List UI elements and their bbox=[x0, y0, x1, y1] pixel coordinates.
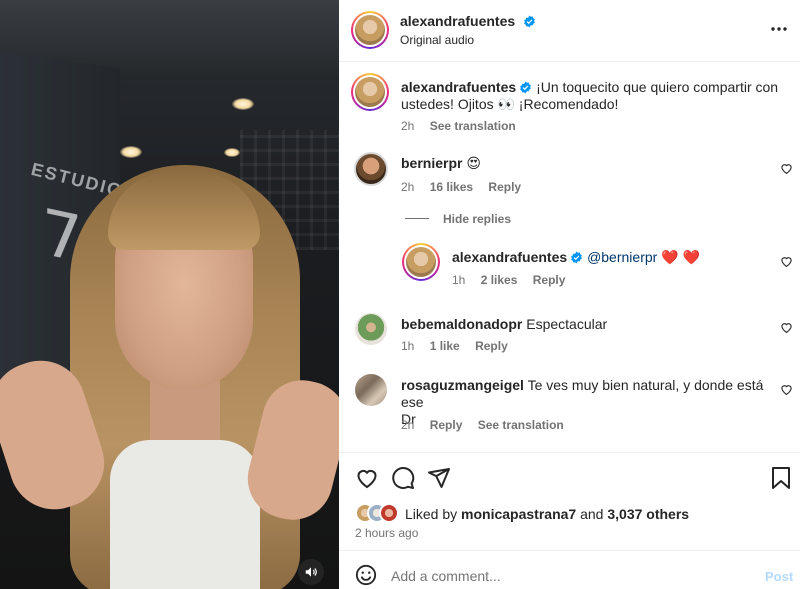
comment-input[interactable] bbox=[391, 568, 751, 584]
comment-meta: 2h 16 likes Reply bbox=[401, 180, 521, 194]
comment-time: 2h bbox=[401, 180, 415, 194]
person-top bbox=[110, 440, 260, 589]
reply-username[interactable]: alexandrafuentes bbox=[452, 249, 567, 265]
commenter-avatar[interactable] bbox=[355, 374, 387, 406]
like-heart-icon[interactable] bbox=[355, 466, 379, 490]
caption-text-line1: ¡Un toquecito que quiero compartir con bbox=[536, 79, 779, 95]
reply-body: alexandrafuentes @bernierpr ❤️ ❤️ bbox=[452, 249, 700, 266]
comment-likes[interactable]: 1 like bbox=[430, 339, 460, 353]
verified-badge-icon bbox=[520, 81, 532, 94]
liked-by-text: Liked by monicapastrana7 and 3,037 other… bbox=[405, 506, 689, 523]
reply-meta: 1h 2 likes Reply bbox=[452, 273, 565, 287]
post-comment-button[interactable]: Post bbox=[765, 569, 793, 584]
comment-time: 1h bbox=[401, 339, 415, 353]
more-options-button[interactable] bbox=[770, 22, 788, 41]
liker-avatar bbox=[379, 503, 399, 523]
comment-username[interactable]: bernierpr bbox=[401, 155, 462, 171]
reply-author-avatar[interactable] bbox=[402, 243, 440, 281]
reply-button[interactable]: Reply bbox=[475, 339, 508, 353]
like-comment-heart-icon[interactable] bbox=[780, 162, 793, 175]
speaker-icon bbox=[305, 567, 317, 577]
more-horizontal-icon bbox=[771, 27, 787, 31]
reply-mention-link[interactable]: @bernierpr bbox=[587, 249, 657, 265]
emoji-smiley-icon[interactable] bbox=[355, 564, 377, 586]
hide-replies-line bbox=[405, 218, 429, 219]
liked-by-avatars[interactable] bbox=[355, 503, 403, 523]
caption-username[interactable]: alexandrafuentes bbox=[401, 79, 516, 95]
verified-badge-icon bbox=[571, 251, 583, 264]
reply-text: ❤️ ❤️ bbox=[661, 249, 700, 265]
post-timestamp[interactable]: 2 hours ago bbox=[355, 526, 418, 540]
save-bookmark-icon[interactable] bbox=[771, 466, 791, 490]
see-translation-link[interactable]: See translation bbox=[430, 119, 516, 133]
comment-text: Espectacular bbox=[526, 316, 608, 332]
caption-time: 2h bbox=[401, 119, 415, 133]
post-header: alexandrafuentes Original audio bbox=[339, 0, 800, 62]
like-reply-heart-icon[interactable] bbox=[780, 255, 793, 268]
comment-bubble-icon[interactable] bbox=[391, 466, 415, 490]
reply-likes[interactable]: 2 likes bbox=[481, 273, 518, 287]
verified-badge-icon bbox=[523, 15, 535, 28]
ceiling-light bbox=[232, 98, 254, 110]
comment-text: 😍 bbox=[466, 155, 481, 171]
liked-by-others[interactable]: 3,037 others bbox=[607, 506, 689, 522]
commenter-avatar[interactable] bbox=[355, 313, 387, 345]
comment-time: 2h bbox=[401, 418, 415, 432]
ceiling-light bbox=[120, 146, 142, 158]
caption-text-line2: ustedes! Ojitos 👀 ¡Recomendado! bbox=[401, 96, 619, 112]
liked-by-and: and bbox=[580, 506, 604, 522]
like-comment-heart-icon[interactable] bbox=[780, 321, 793, 334]
author-username[interactable]: alexandrafuentes bbox=[400, 13, 515, 29]
comment-likes[interactable]: 16 likes bbox=[430, 180, 473, 194]
post-detail-panel: alexandrafuentes Original audio alexandr… bbox=[339, 0, 800, 589]
comment-username[interactable]: bebemaldonadopr bbox=[401, 316, 522, 332]
liked-by-user[interactable]: monicapastrana7 bbox=[461, 506, 576, 522]
audio-label[interactable]: Original audio bbox=[400, 33, 474, 47]
caption: alexandrafuentes ¡Un toquecito que quier… bbox=[401, 79, 791, 113]
reply-time: 1h bbox=[452, 273, 466, 287]
comment-meta: 2h Reply See translation bbox=[401, 418, 564, 432]
hide-replies-button[interactable]: Hide replies bbox=[443, 212, 511, 226]
commenter-avatar[interactable] bbox=[354, 152, 388, 186]
ceiling-light bbox=[224, 148, 240, 157]
audio-toggle-button[interactable] bbox=[298, 559, 324, 585]
comment-meta: 1h 1 like Reply bbox=[401, 339, 508, 353]
post-actions-divider bbox=[339, 452, 800, 453]
reply-button[interactable]: Reply bbox=[488, 180, 521, 194]
comment-username[interactable]: rosaguzmangeigel bbox=[401, 377, 524, 393]
like-comment-heart-icon[interactable] bbox=[780, 383, 793, 396]
see-translation-link[interactable]: See translation bbox=[478, 418, 564, 432]
caption-meta: 2h See translation bbox=[401, 119, 516, 133]
reply-button[interactable]: Reply bbox=[533, 273, 566, 287]
author-name-row: alexandrafuentes bbox=[400, 13, 536, 31]
author-avatar[interactable] bbox=[351, 11, 389, 49]
comment-body: bebemaldonadopr Espectacular bbox=[401, 316, 607, 333]
reply-button[interactable]: Reply bbox=[430, 418, 463, 432]
reel-video[interactable]: ESTUDIO 7 bbox=[0, 0, 339, 589]
liked-by-prefix: Liked by bbox=[405, 506, 458, 522]
share-paper-plane-icon[interactable] bbox=[427, 466, 451, 490]
caption-author-avatar[interactable] bbox=[351, 73, 389, 111]
comment-body: bernierpr 😍 bbox=[401, 155, 481, 172]
